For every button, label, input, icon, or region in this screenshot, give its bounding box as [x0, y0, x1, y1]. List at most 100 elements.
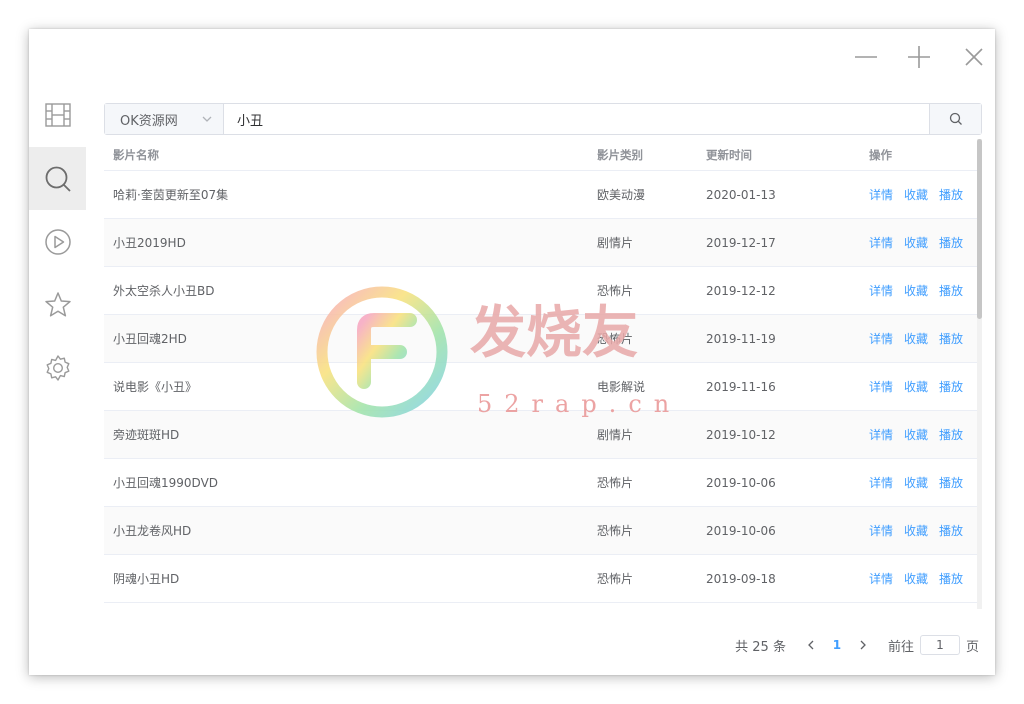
favorite-link[interactable]: 收藏	[904, 186, 928, 203]
plus-icon	[908, 46, 930, 68]
detail-link[interactable]: 详情	[869, 474, 893, 491]
app-window: OK资源网 影片名称 影片类别 更新时间 操作 哈莉·奎茵更新至07集 欧美动漫 2…	[29, 29, 995, 675]
search-icon	[45, 166, 71, 192]
detail-link[interactable]: 详情	[869, 330, 893, 347]
cell-name: 旁迹斑斑HD	[113, 428, 180, 442]
sidebar-item-search[interactable]	[29, 147, 86, 210]
cell-type: 恐怖片	[597, 284, 634, 298]
detail-link[interactable]: 详情	[869, 522, 893, 539]
favorite-link[interactable]: 收藏	[904, 474, 928, 491]
header-ops: 操作	[869, 147, 892, 162]
detail-link[interactable]: 详情	[869, 570, 893, 587]
play-link[interactable]: 播放	[939, 330, 963, 347]
cell-type: 剧情片	[597, 236, 634, 250]
sidebar-item-films[interactable]	[29, 99, 86, 131]
cell-ops: 详情 收藏 播放	[860, 426, 982, 443]
search-icon	[949, 112, 962, 125]
cell-ops: 详情 收藏 播放	[860, 474, 982, 491]
cell-type: 恐怖片	[597, 476, 634, 490]
goto-page-input[interactable]	[919, 635, 960, 655]
favorite-link[interactable]: 收藏	[904, 570, 928, 587]
table-row: 说电影《小丑》 电影解说 2019-11-16 详情 收藏 播放	[104, 363, 982, 411]
prev-page-button[interactable]	[800, 640, 822, 650]
header-time[interactable]: 更新时间	[697, 147, 860, 163]
detail-link[interactable]: 详情	[869, 426, 893, 443]
cell-ops: 详情 收藏 播放	[860, 234, 982, 251]
minimize-icon	[855, 56, 877, 58]
close-icon	[965, 48, 983, 66]
source-select[interactable]: OK资源网	[105, 104, 224, 134]
cell-name: 小丑回魂2HD	[113, 332, 187, 346]
goto-label: 前往	[887, 639, 914, 655]
cell-time: 2019-10-06	[706, 475, 776, 490]
cell-type: 电影解说	[597, 380, 646, 394]
table-row: 外太空杀人小丑BD 恐怖片 2019-12-12 详情 收藏 播放	[104, 267, 982, 315]
sidebar	[29, 99, 86, 399]
cell-type: 恐怖片	[597, 572, 634, 586]
table-row: 小丑2019HD 剧情片 2019-12-17 详情 收藏 播放	[104, 219, 982, 267]
cell-name: 阴魂小丑HD	[113, 572, 180, 586]
play-circle-icon	[44, 228, 71, 255]
cell-type: 恐怖片	[597, 524, 634, 538]
results-table: 影片名称 影片类别 更新时间 操作 哈莉·奎茵更新至07集 欧美动漫 2020-01…	[104, 139, 982, 609]
play-link[interactable]: 播放	[939, 570, 963, 587]
play-link[interactable]: 播放	[939, 186, 963, 203]
total-count: 共 25 条	[735, 639, 786, 655]
chevron-right-icon	[860, 640, 866, 650]
close-button[interactable]	[961, 44, 987, 70]
pagination: 共 25 条 1 前往 页	[735, 633, 979, 657]
cell-time: 2019-12-12	[706, 283, 776, 298]
minimize-button[interactable]	[853, 44, 879, 70]
cell-name: 外太空杀人小丑BD	[113, 284, 215, 298]
header-name[interactable]: 影片名称	[104, 147, 588, 163]
maximize-button[interactable]	[906, 44, 932, 70]
cell-ops: 详情 收藏 播放	[860, 570, 982, 587]
cell-name: 说电影《小丑》	[113, 380, 198, 394]
favorite-link[interactable]: 收藏	[904, 522, 928, 539]
sidebar-item-settings[interactable]	[29, 336, 86, 399]
favorite-link[interactable]: 收藏	[904, 234, 928, 251]
cell-type: 剧情片	[597, 428, 634, 442]
favorite-link[interactable]: 收藏	[904, 426, 928, 443]
play-link[interactable]: 播放	[939, 426, 963, 443]
play-link[interactable]: 播放	[939, 378, 963, 395]
favorite-link[interactable]: 收藏	[904, 378, 928, 395]
play-link[interactable]: 播放	[939, 234, 963, 251]
header-type[interactable]: 影片类别	[588, 147, 697, 163]
cell-time: 2019-12-17	[706, 235, 776, 250]
detail-link[interactable]: 详情	[869, 234, 893, 251]
detail-link[interactable]: 详情	[869, 186, 893, 203]
search-bar: OK资源网	[104, 103, 982, 135]
scrollbar-thumb[interactable]	[977, 139, 982, 319]
cell-time: 2019-10-06	[706, 523, 776, 538]
page-number-current[interactable]: 1	[822, 638, 852, 652]
play-link[interactable]: 播放	[939, 474, 963, 491]
table-scrollbar[interactable]	[977, 139, 982, 609]
film-icon	[44, 103, 71, 127]
search-input[interactable]	[224, 104, 929, 134]
play-link[interactable]: 播放	[939, 282, 963, 299]
cell-time: 2019-09-18	[706, 571, 776, 586]
cell-name: 小丑龙卷风HD	[113, 524, 192, 538]
favorite-link[interactable]: 收藏	[904, 282, 928, 299]
cell-name: 小丑2019HD	[113, 236, 186, 250]
detail-link[interactable]: 详情	[869, 378, 893, 395]
table-row: 旁迹斑斑HD 剧情片 2019-10-12 详情 收藏 播放	[104, 411, 982, 459]
cell-time: 2019-11-19	[706, 331, 776, 346]
chevron-left-icon	[808, 640, 814, 650]
search-button[interactable]	[929, 104, 981, 134]
cell-time: 2019-11-16	[706, 379, 776, 394]
detail-link[interactable]: 详情	[869, 282, 893, 299]
favorite-link[interactable]: 收藏	[904, 330, 928, 347]
cell-time: 2020-01-13	[706, 187, 776, 202]
chevron-down-icon	[202, 116, 212, 122]
sidebar-item-favorites[interactable]	[29, 273, 86, 336]
play-link[interactable]: 播放	[939, 522, 963, 539]
cell-ops: 详情 收藏 播放	[860, 282, 982, 299]
sidebar-item-play[interactable]	[29, 210, 86, 273]
table-body: 哈莉·奎茵更新至07集 欧美动漫 2020-01-13 详情 收藏 播放 小丑2019HD 剧…	[104, 171, 982, 603]
next-page-button[interactable]	[852, 640, 874, 650]
cell-name: 小丑回魂1990DVD	[113, 476, 219, 490]
cell-ops: 详情 收藏 播放	[860, 378, 982, 395]
gear-icon	[46, 354, 69, 381]
